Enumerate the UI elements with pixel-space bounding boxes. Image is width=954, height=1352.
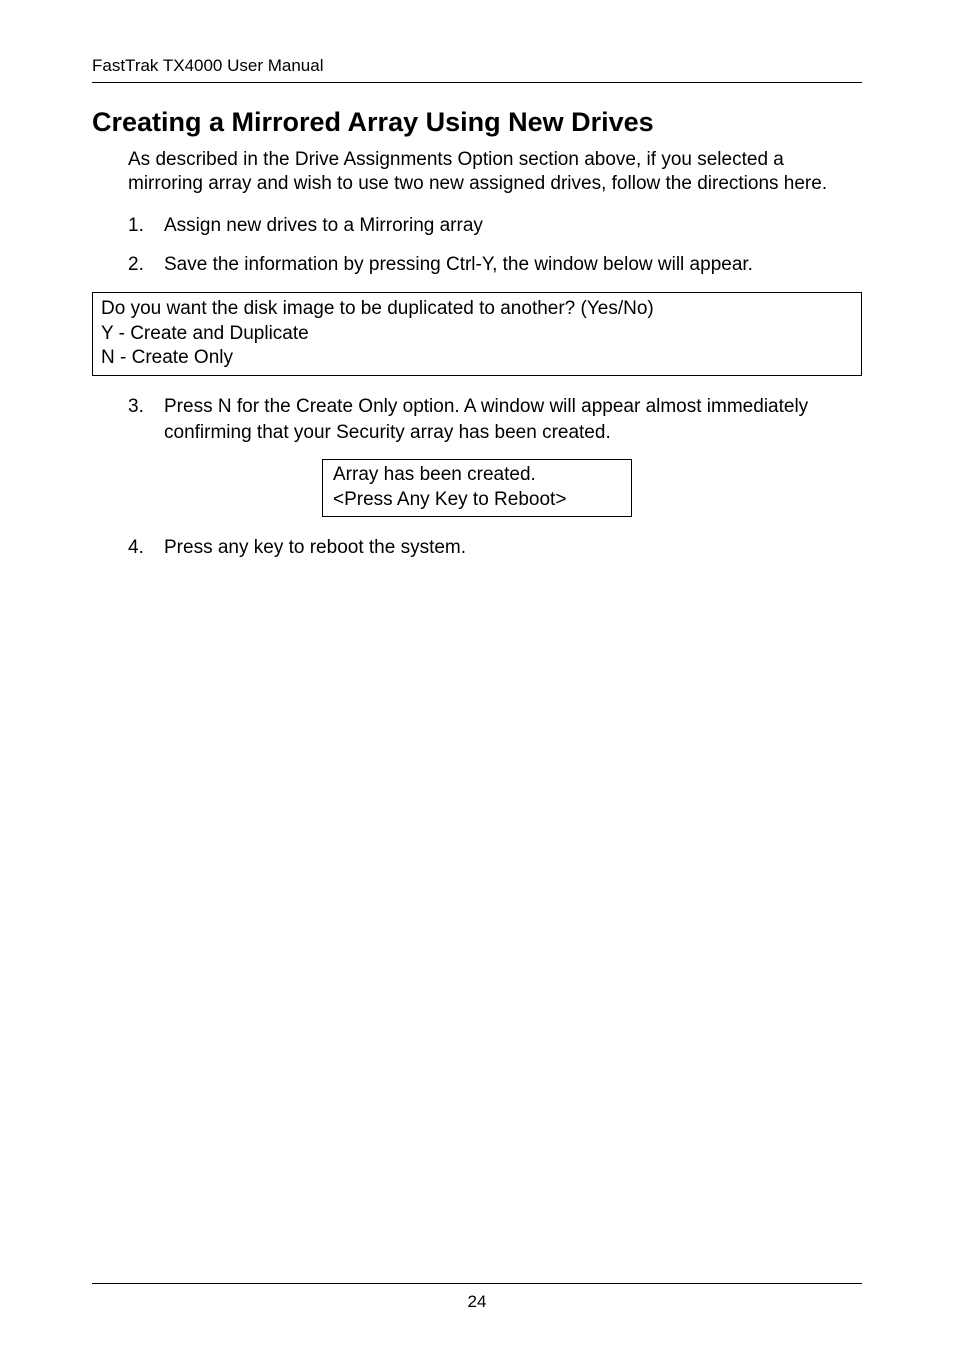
step-number: 2.	[128, 252, 164, 278]
prompt-line: Y - Create and Duplicate	[101, 322, 853, 347]
step-number: 3.	[128, 394, 164, 420]
intro-paragraph: As described in the Drive Assignments Op…	[128, 148, 862, 197]
step-4: 4. Press any key to reboot the system.	[128, 535, 862, 561]
prompt-line: Do you want the disk image to be duplica…	[101, 297, 853, 322]
step-text: Assign new drives to a Mirroring array	[164, 213, 862, 239]
step-number: 1.	[128, 213, 164, 239]
confirm-line: <Press Any Key to Reboot>	[333, 488, 621, 513]
page-number: 24	[468, 1292, 487, 1311]
header-title: FastTrak TX4000 User Manual	[92, 56, 323, 75]
step-list: 1. Assign new drives to a Mirroring arra…	[128, 213, 862, 278]
confirm-line: Array has been created.	[333, 463, 621, 488]
step-list-continued: 3. Press N for the Create Only option. A…	[128, 394, 862, 445]
step-text: Save the information by pressing Ctrl-Y,…	[164, 252, 862, 278]
step-3: 3. Press N for the Create Only option. A…	[128, 394, 862, 445]
confirm-box-created: Array has been created. <Press Any Key t…	[322, 459, 632, 516]
section-heading: Creating a Mirrored Array Using New Driv…	[92, 107, 862, 138]
step-text: Press N for the Create Only option. A wi…	[164, 394, 862, 445]
step-text: Press any key to reboot the system.	[164, 535, 862, 561]
prompt-box-duplicate: Do you want the disk image to be duplica…	[92, 292, 862, 376]
step-2: 2. Save the information by pressing Ctrl…	[128, 252, 862, 278]
step-list-final: 4. Press any key to reboot the system.	[128, 535, 862, 561]
footer: 24	[92, 1283, 862, 1312]
header-underline: FastTrak TX4000 User Manual	[92, 56, 862, 83]
prompt-line: N - Create Only	[101, 346, 853, 371]
step-number: 4.	[128, 535, 164, 561]
step-1: 1. Assign new drives to a Mirroring arra…	[128, 213, 862, 239]
